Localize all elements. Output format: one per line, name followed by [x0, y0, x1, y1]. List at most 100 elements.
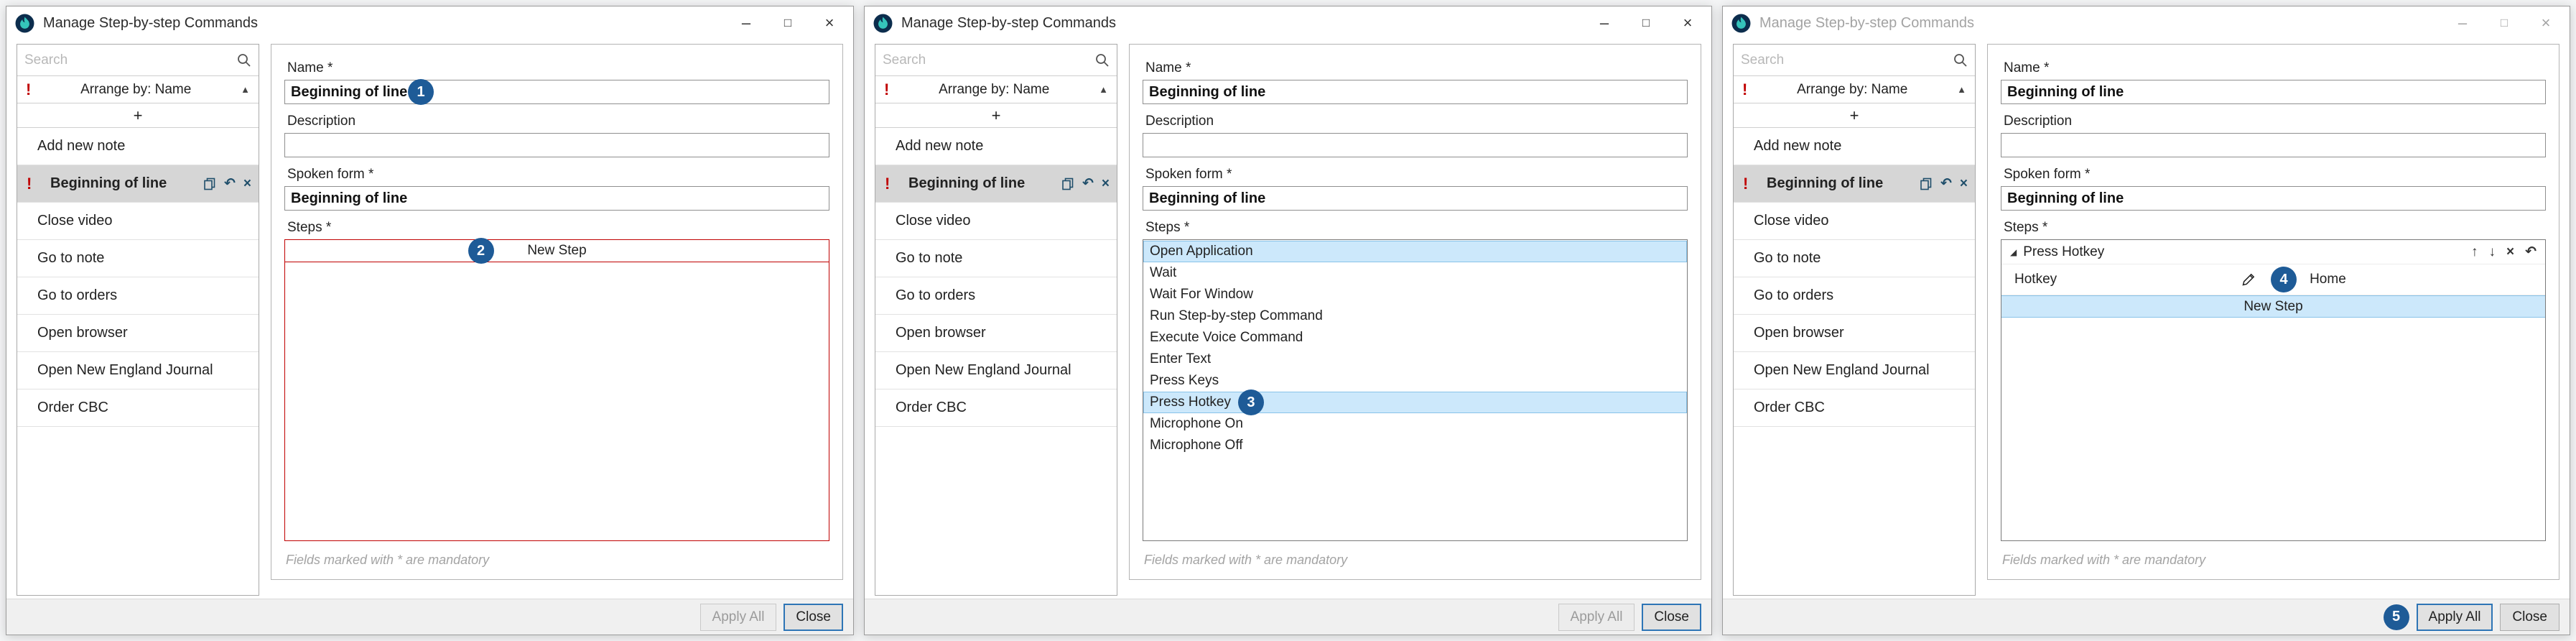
bottom-bar: Apply All Close: [6, 599, 853, 635]
minimize-icon[interactable]: –: [725, 8, 767, 38]
add-command-button[interactable]: +: [17, 103, 259, 128]
add-command-button[interactable]: +: [1734, 103, 1975, 128]
sidebar-item[interactable]: Open browser: [17, 315, 259, 352]
description-input[interactable]: [284, 133, 829, 157]
new-step-row[interactable]: New Step: [2001, 295, 2545, 318]
step-type-option[interactable]: Enter Text: [1143, 349, 1687, 370]
sidebar-item[interactable]: Go to orders: [1734, 277, 1975, 315]
sidebar-item[interactable]: Go to note: [17, 240, 259, 277]
hotkey-value[interactable]: Home: [2310, 272, 2346, 287]
search-input[interactable]: [24, 52, 236, 68]
sidebar-item[interactable]: Go to note: [1734, 240, 1975, 277]
sidebar-item[interactable]: Close video: [875, 203, 1117, 240]
close-icon[interactable]: ×: [1667, 8, 1708, 38]
description-input[interactable]: [2001, 133, 2546, 157]
step-type-option[interactable]: Wait: [1143, 262, 1687, 284]
sidebar-item[interactable]: Add new note: [875, 128, 1117, 165]
step-editor-header[interactable]: ◢ Press Hotkey ↑ ↓ × ↶: [2001, 240, 2545, 264]
minimize-icon[interactable]: –: [1584, 8, 1625, 38]
steps-list[interactable]: 2 New Step: [284, 239, 829, 541]
sidebar-item[interactable]: Go to orders: [17, 277, 259, 315]
undo-icon[interactable]: ↶: [2525, 244, 2537, 260]
edit-pencil-icon[interactable]: [2241, 272, 2256, 287]
sidebar-item[interactable]: Open browser: [875, 315, 1117, 352]
step-type-option-selected[interactable]: Open Application: [1143, 241, 1687, 262]
sidebar-item[interactable]: Open New England Journal: [17, 352, 259, 389]
sidebar-item[interactable]: Close video: [17, 203, 259, 240]
apply-all-button[interactable]: Apply All: [700, 604, 777, 631]
sidebar-item[interactable]: Open New England Journal: [875, 352, 1117, 389]
command-list: Add new note ! Beginning of line ↶ × Clo…: [875, 128, 1117, 595]
move-up-icon[interactable]: ↑: [2471, 244, 2478, 260]
arrange-by-header[interactable]: ! Arrange by: Name ▲: [875, 76, 1117, 103]
maximize-icon[interactable]: □: [767, 8, 809, 38]
step-type-option[interactable]: Microphone On: [1143, 413, 1687, 435]
add-command-button[interactable]: +: [875, 103, 1117, 128]
step-type-option[interactable]: Microphone Off: [1143, 435, 1687, 456]
sidebar-item-selected[interactable]: ! Beginning of line ↶ ×: [1734, 165, 1975, 203]
step-type-option[interactable]: Run Step-by-step Command: [1143, 305, 1687, 327]
description-input[interactable]: [1143, 133, 1688, 157]
titlebar[interactable]: Manage Step-by-step Commands – □ ×: [1723, 6, 2570, 40]
sidebar-item-selected[interactable]: ! Beginning of line ↶ ×: [875, 165, 1117, 203]
copy-icon[interactable]: [203, 177, 216, 190]
apply-all-button[interactable]: Apply All: [1558, 604, 1635, 631]
titlebar[interactable]: Manage Step-by-step Commands – □ ×: [865, 6, 1711, 40]
arrange-by-header[interactable]: ! Arrange by: Name ▲: [1734, 76, 1975, 103]
step-type-option[interactable]: Press Keys: [1143, 370, 1687, 392]
copy-icon[interactable]: [1061, 177, 1074, 190]
sidebar-item[interactable]: Order CBC: [1734, 389, 1975, 427]
sidebar-item[interactable]: Go to orders: [875, 277, 1117, 315]
undo-icon[interactable]: ↶: [1082, 177, 1094, 190]
apply-all-button[interactable]: Apply All: [2417, 604, 2493, 631]
step-type-option[interactable]: Wait For Window: [1143, 284, 1687, 305]
spoken-form-input[interactable]: [284, 186, 829, 211]
search-icon[interactable]: [1953, 52, 1968, 68]
name-input[interactable]: [284, 80, 829, 104]
close-button[interactable]: Close: [1642, 604, 1701, 631]
steps-list[interactable]: ◢ Press Hotkey ↑ ↓ × ↶ Hotkey: [2001, 239, 2546, 541]
name-input[interactable]: [2001, 80, 2546, 104]
titlebar[interactable]: Manage Step-by-step Commands – □ ×: [6, 6, 853, 40]
undo-icon[interactable]: ↶: [224, 177, 236, 190]
search-icon[interactable]: [1094, 52, 1110, 68]
sidebar-item[interactable]: Order CBC: [875, 389, 1117, 427]
sidebar-item[interactable]: Add new note: [17, 128, 259, 165]
mandatory-note: Fields marked with * are mandatory: [2001, 553, 2546, 568]
collapse-expander-icon[interactable]: ◢: [2010, 247, 2017, 257]
minimize-icon[interactable]: –: [2442, 8, 2483, 38]
step-type-option[interactable]: Execute Voice Command: [1143, 327, 1687, 349]
sidebar-item[interactable]: Order CBC: [17, 389, 259, 427]
search-icon[interactable]: [236, 52, 251, 68]
sidebar-item-selected[interactable]: ! Beginning of line ↶ ×: [17, 165, 259, 203]
sidebar-item[interactable]: Add new note: [1734, 128, 1975, 165]
sidebar-item[interactable]: Go to note: [875, 240, 1117, 277]
sidebar-item[interactable]: Open New England Journal: [1734, 352, 1975, 389]
step-type-list[interactable]: Open Application Wait Wait For Window Ru…: [1143, 239, 1688, 541]
search-input[interactable]: [1741, 52, 1953, 68]
search-input[interactable]: [883, 52, 1094, 68]
name-input[interactable]: [1143, 80, 1688, 104]
delete-icon[interactable]: ×: [243, 177, 251, 190]
new-step-row[interactable]: 2 New Step: [285, 240, 829, 262]
delete-icon[interactable]: ×: [2506, 244, 2514, 260]
delete-icon[interactable]: ×: [1960, 177, 1968, 190]
spoken-form-input[interactable]: [2001, 186, 2546, 211]
close-button[interactable]: Close: [2500, 604, 2559, 631]
delete-icon[interactable]: ×: [1102, 177, 1110, 190]
step-type-option-press-hotkey[interactable]: Press Hotkey 3: [1143, 392, 1687, 413]
close-icon[interactable]: ×: [809, 8, 850, 38]
undo-icon[interactable]: ↶: [1940, 177, 1952, 190]
sidebar-item[interactable]: Open browser: [1734, 315, 1975, 352]
spoken-form-input[interactable]: [1143, 186, 1688, 211]
sidebar-item[interactable]: Close video: [1734, 203, 1975, 240]
arrange-by-header[interactable]: ! Arrange by: Name ▲: [17, 76, 259, 103]
maximize-icon[interactable]: □: [2483, 8, 2525, 38]
close-icon[interactable]: ×: [2525, 8, 2567, 38]
move-down-icon[interactable]: ↓: [2488, 244, 2496, 260]
maximize-icon[interactable]: □: [1625, 8, 1667, 38]
close-button[interactable]: Close: [784, 604, 843, 631]
editor-column: Name * Description Spoken form * Steps *…: [1987, 44, 2559, 596]
copy-icon[interactable]: [1920, 177, 1933, 190]
arrange-by-label: Arrange by: Name: [31, 82, 241, 98]
